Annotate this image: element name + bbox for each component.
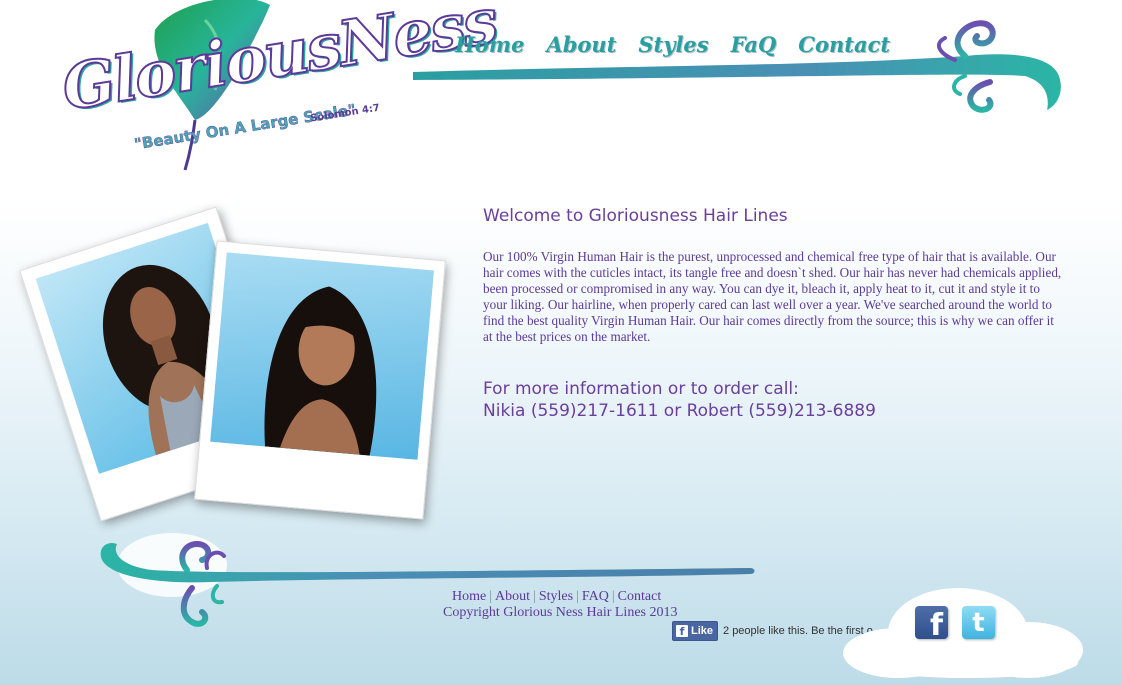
footer-link-home[interactable]: Home [452,589,486,604]
model-photo-straight [194,240,446,520]
facebook-like-button[interactable]: f Like [672,621,719,641]
copyright: Copyright Glorious Ness Hair Lines 2013 [443,605,678,620]
facebook-f-icon: f [676,625,688,638]
main-nav: Home About Styles FaQ Contact [455,32,912,66]
nav-faq[interactable]: FaQ [731,32,777,66]
intro-paragraph: Our 100% Virgin Human Hair is the purest… [483,249,1062,344]
nav-styles[interactable]: Styles [638,32,708,66]
footer-link-contact[interactable]: Contact [618,589,662,604]
contact-heading: For more information or to order call: [483,379,799,399]
footer-link-faq[interactable]: FAQ [582,589,609,604]
nav-about[interactable]: About [546,32,616,66]
model-straight-hair-image [264,286,377,456]
nav-home[interactable]: Home [455,32,524,66]
footer-nav: Home | About | Styles | FAQ | Contact [452,589,662,604]
site-logo[interactable]: GloriousNess "Beauty On A Large Scale" S… [55,0,502,195]
contact-phone-numbers: Nikia (559)217-1611 or Robert (559)213-6… [483,401,876,421]
page-title: Welcome to Gloriousness Hair Lines [483,206,788,226]
footer-link-styles[interactable]: Styles [539,589,573,604]
swirl-ornament-icon [413,20,1061,113]
twitter-icon[interactable]: t [962,606,995,639]
like-label: Like [691,625,714,637]
footer-link-about[interactable]: About [495,589,530,604]
facebook-icon[interactable]: f [915,606,948,641]
nav-contact[interactable]: Contact [798,32,890,66]
